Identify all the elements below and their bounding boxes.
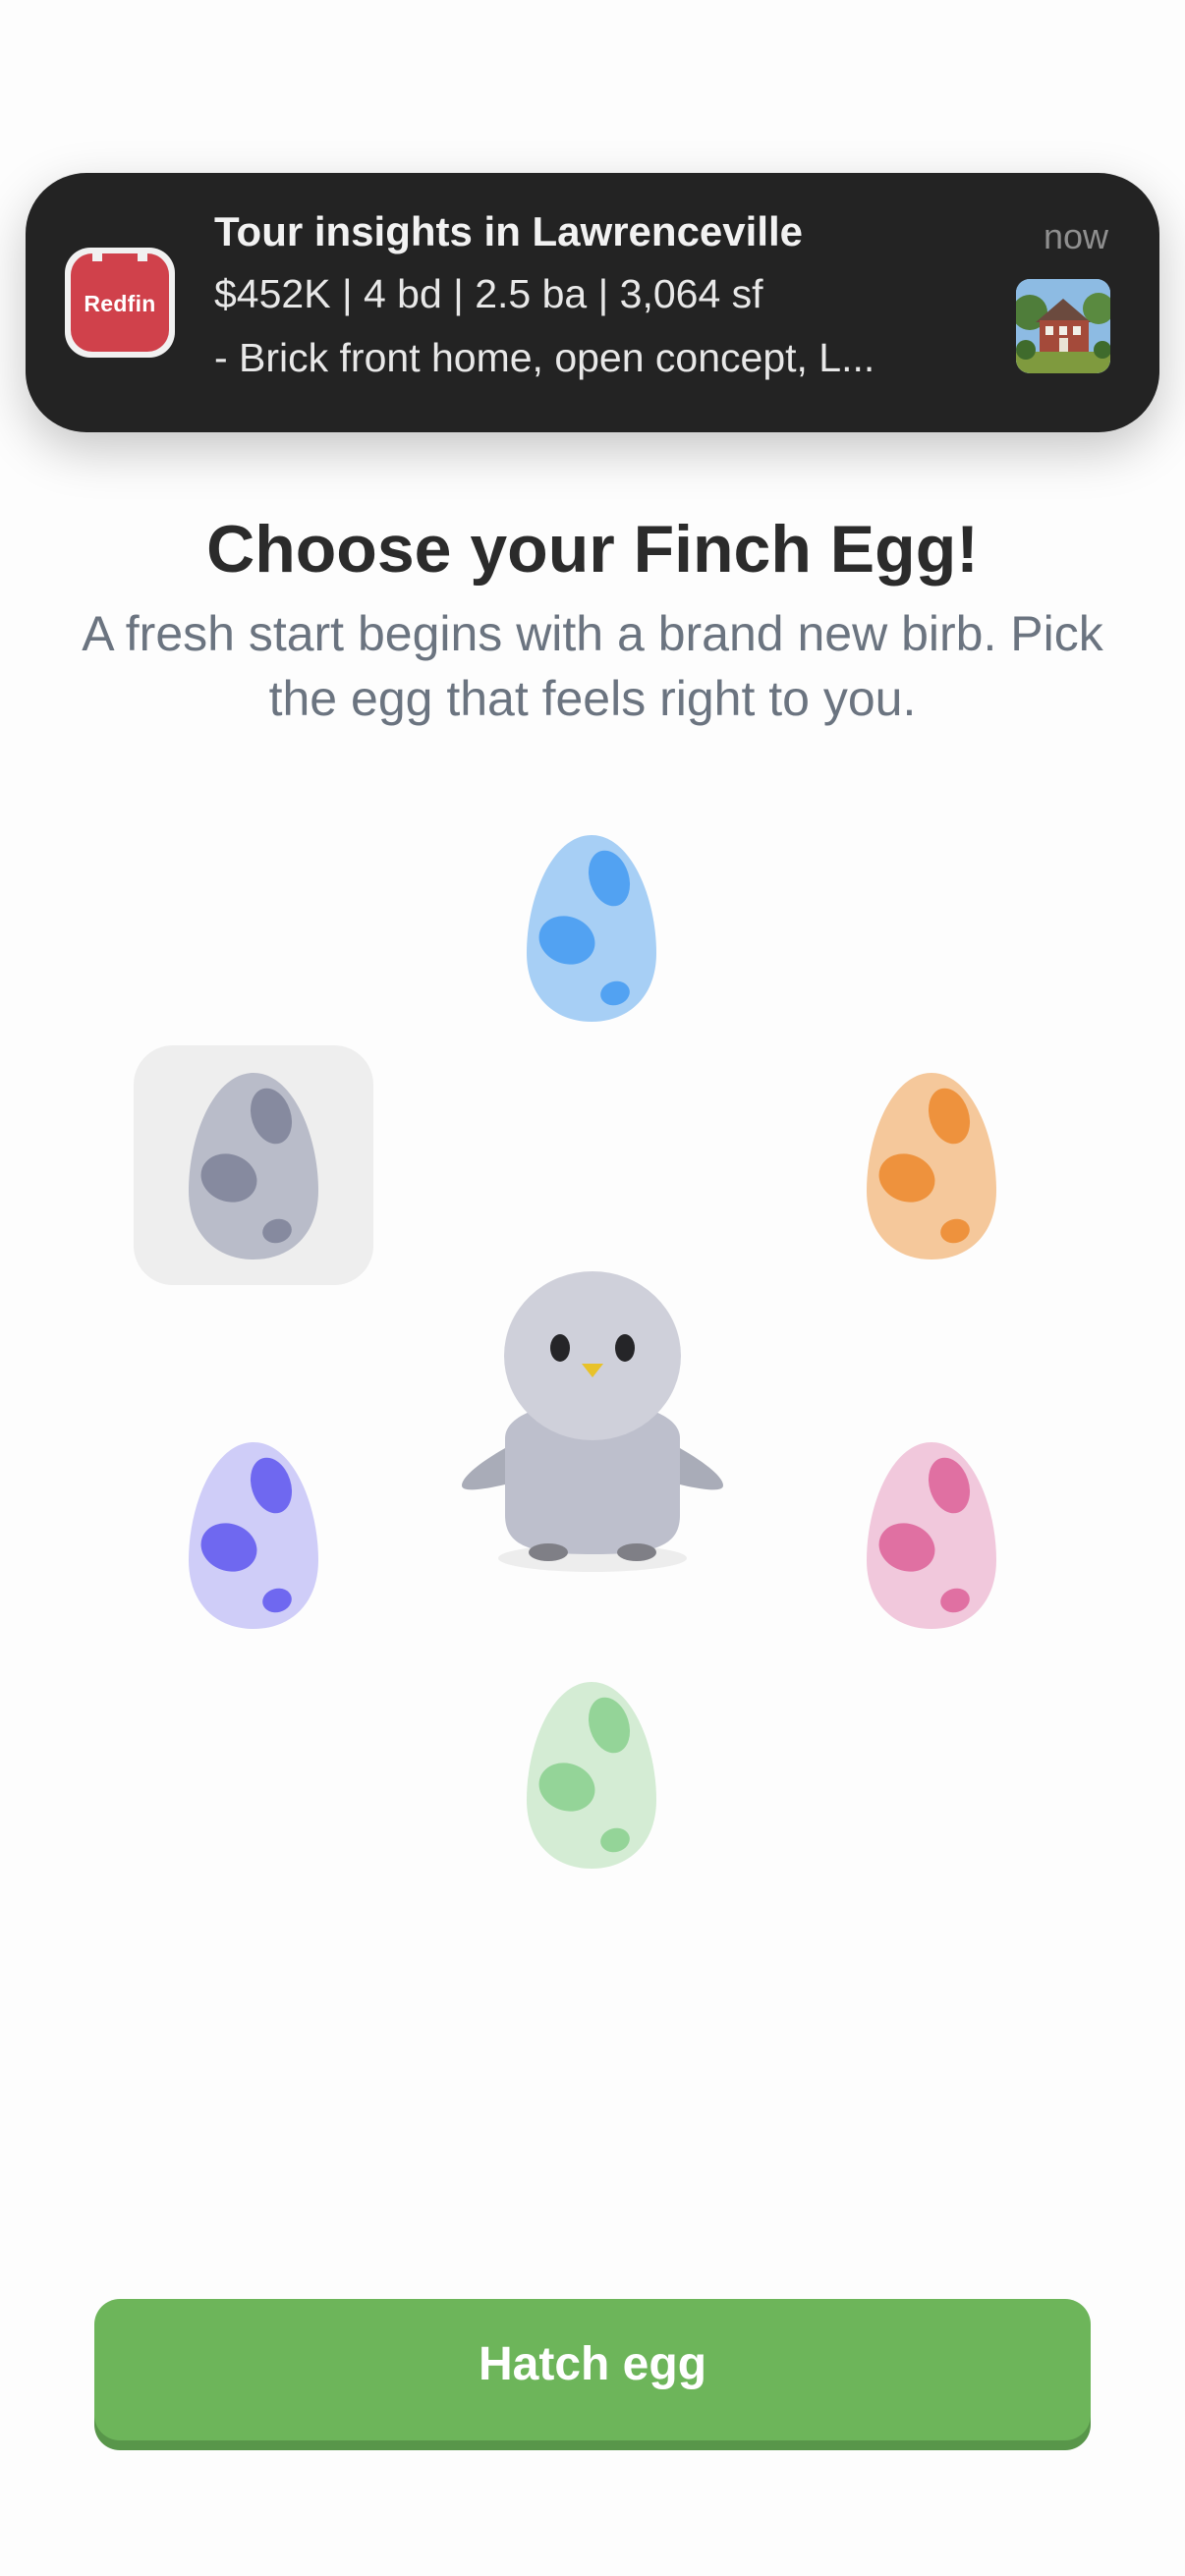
notification-description: - Brick front home, open concept, L... [214, 335, 875, 380]
pink-egg-icon [867, 1442, 996, 1629]
notification-banner[interactable]: Redfin Tour insights in Lawrenceville $4… [26, 173, 1159, 432]
page-title: Choose your Finch Egg! [206, 512, 979, 587]
hatch-egg-button[interactable]: Hatch egg [94, 2299, 1091, 2440]
redfin-app-icon: Redfin [65, 248, 175, 358]
egg-option-green[interactable] [472, 1654, 711, 1894]
finch-bird-illustration [458, 1261, 727, 1587]
app-name: Redfin [84, 291, 156, 316]
egg-option-orange[interactable] [812, 1045, 1051, 1285]
page-subtitle: A fresh start begins with a brand new bi… [82, 606, 1103, 726]
notification-title: Tour insights in Lawrenceville [214, 208, 804, 254]
gray-egg-icon [189, 1073, 318, 1260]
purple-egg-icon [189, 1442, 318, 1629]
orange-egg-icon [867, 1073, 996, 1260]
egg-option-pink[interactable] [812, 1415, 1051, 1654]
egg-option-blue[interactable] [472, 808, 711, 1047]
egg-option-gray[interactable] [134, 1045, 373, 1285]
egg-option-purple[interactable] [134, 1415, 373, 1654]
house-thumbnail [1016, 279, 1110, 373]
notification-details: $452K | 4 bd | 2.5 ba | 3,064 sf [214, 271, 763, 316]
blue-egg-icon [527, 835, 656, 1022]
green-egg-icon [527, 1682, 656, 1869]
notification-time: now [1043, 216, 1108, 256]
